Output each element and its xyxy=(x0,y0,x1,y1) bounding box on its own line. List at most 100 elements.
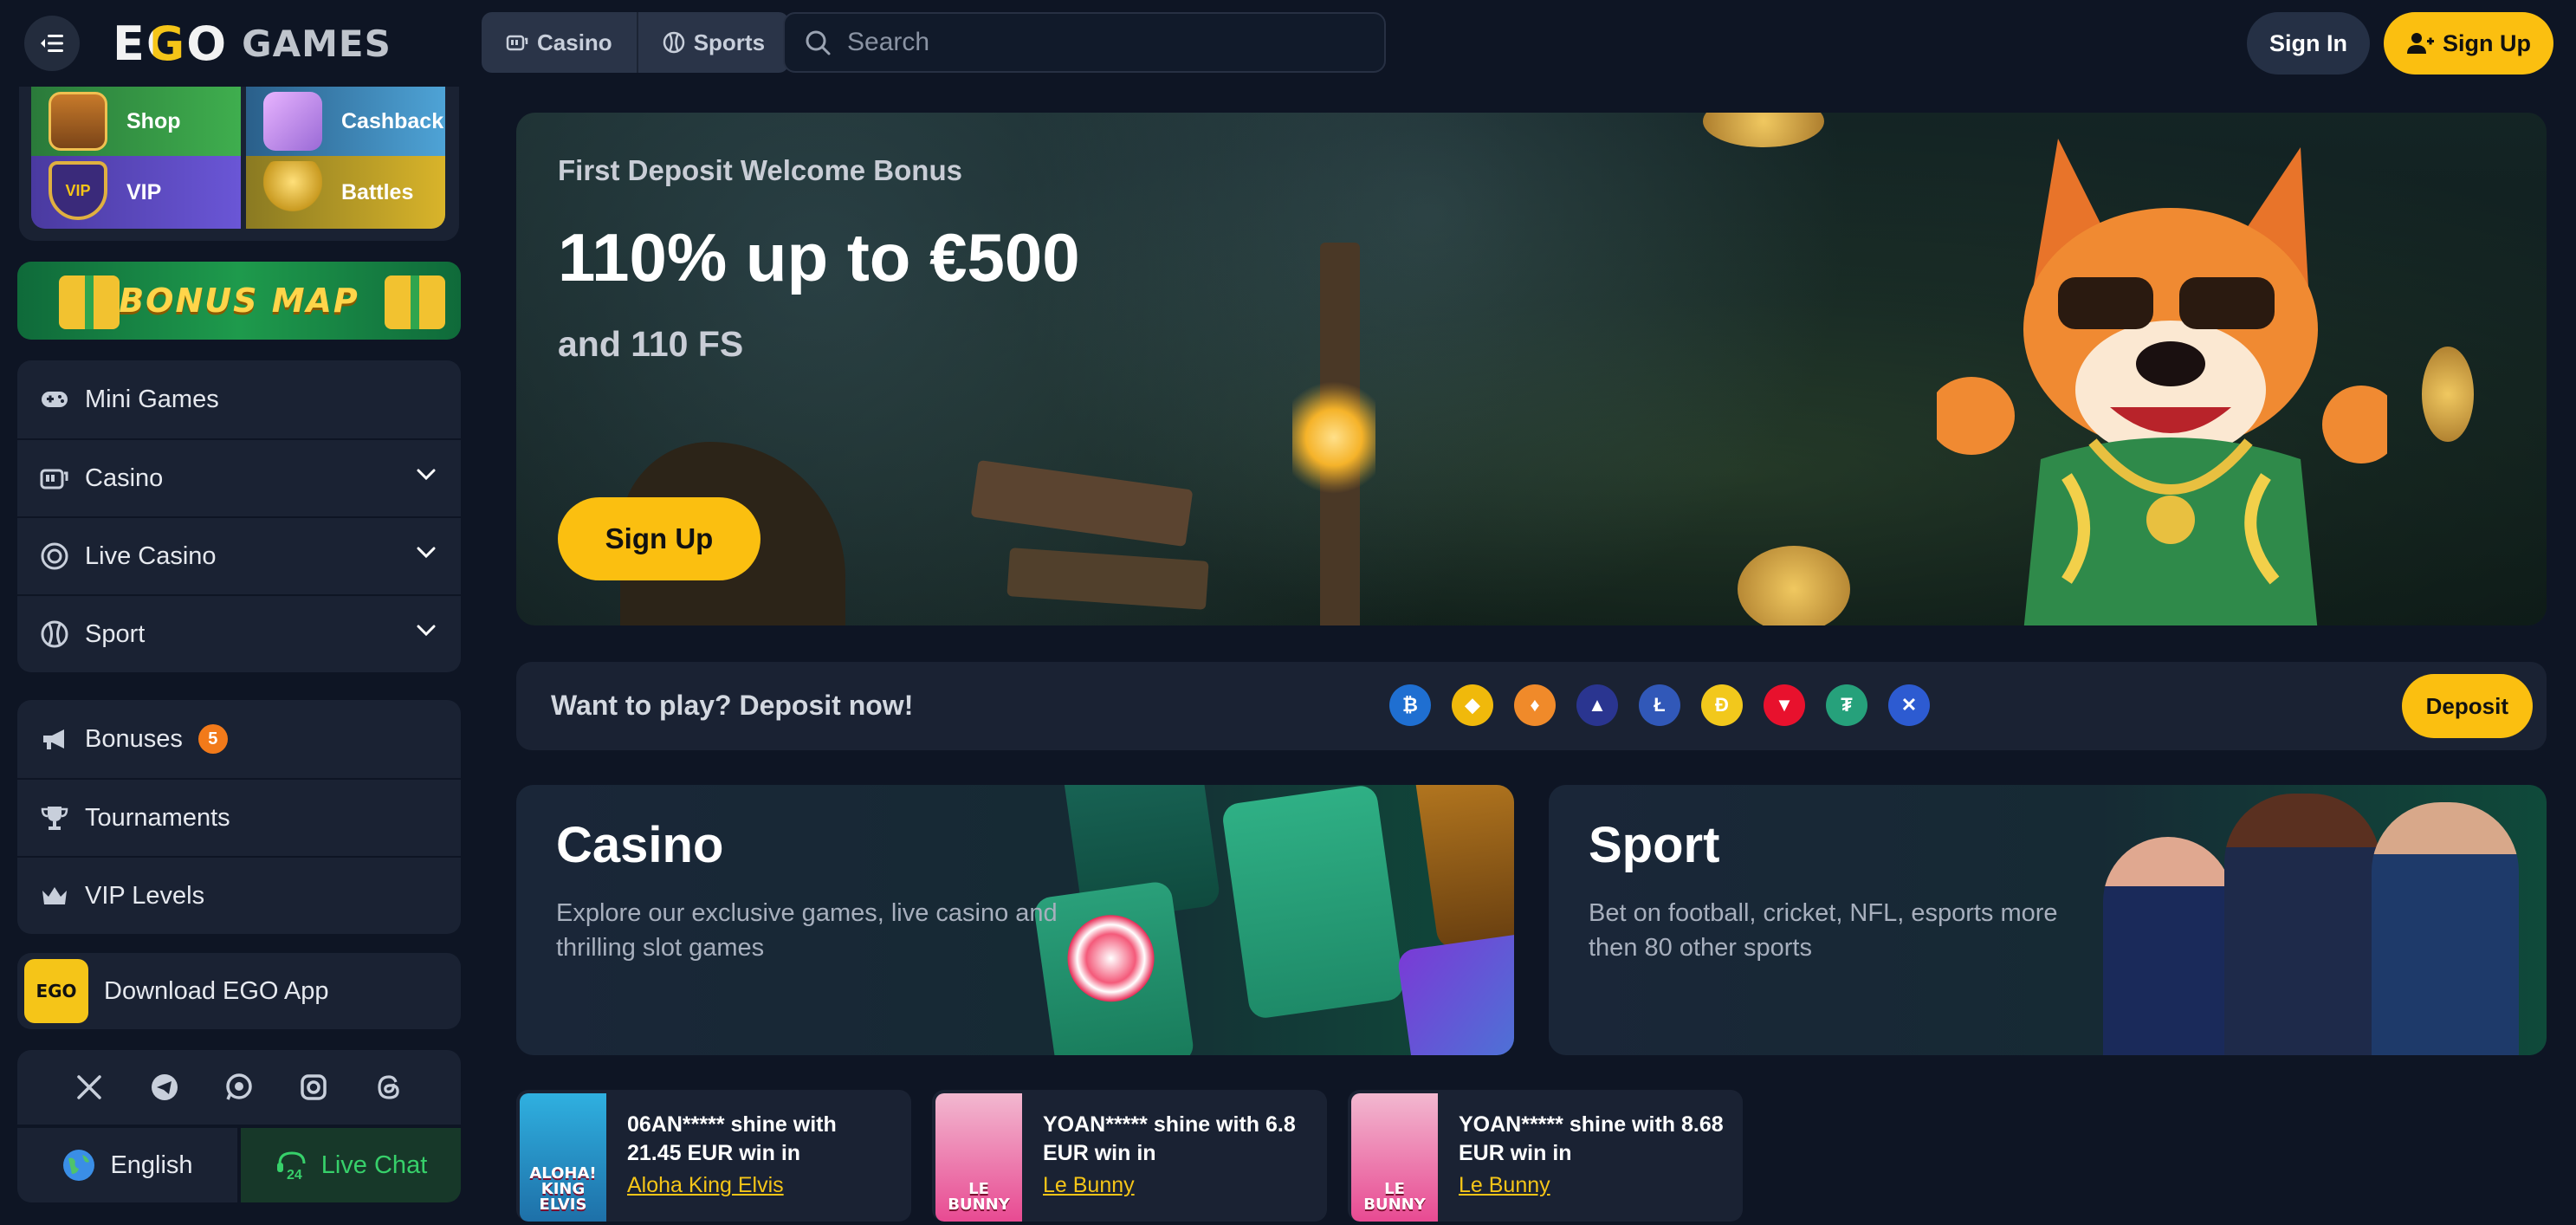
sidebar-item-vip-levels[interactable]: VIP Levels xyxy=(17,856,461,934)
chevron-down-icon[interactable] xyxy=(416,468,437,482)
ripple-icon[interactable]: ✕ xyxy=(1888,684,1930,726)
game-link[interactable]: Le Bunny xyxy=(1459,1173,1550,1198)
vip-shield-icon: VIP xyxy=(49,161,107,220)
sidebar-item-sport[interactable]: Sport xyxy=(17,594,461,672)
tennis-player-illustration xyxy=(2103,837,2233,1055)
tron-icon[interactable]: ▼ xyxy=(1764,684,1805,726)
tile-battles[interactable]: Battles xyxy=(246,156,445,229)
bitcoin-icon[interactable]: ₿ xyxy=(1389,684,1431,726)
sign-in-button[interactable]: Sign In xyxy=(2247,12,2370,75)
x-icon[interactable] xyxy=(72,1070,107,1105)
telegram-icon[interactable] xyxy=(147,1070,182,1105)
gold-coin-illustration xyxy=(1738,546,1850,625)
add-user-icon xyxy=(2407,33,2434,54)
language-selector[interactable]: English xyxy=(17,1128,237,1202)
sidebar-item-mini-games[interactable]: Mini Games xyxy=(17,360,461,438)
casino-category-card[interactable]: Casino Explore our exclusive games, live… xyxy=(516,785,1514,1055)
casino-icon xyxy=(40,469,68,489)
sidebar-item-casino[interactable]: Casino xyxy=(17,438,461,516)
casino-card-title: Casino xyxy=(556,817,724,873)
crypto-icons: ₿ ◆ ♦ ▲ Ł Ð ▼ ₮ ✕ xyxy=(1389,684,1930,726)
tab-sports[interactable]: Sports xyxy=(636,12,789,73)
sidebar-nav-main: Mini Games Casino Live Casino Sport xyxy=(17,360,461,672)
gift-icon xyxy=(385,275,445,329)
game-link[interactable]: Le Bunny xyxy=(1043,1173,1135,1198)
game-thumbnail: LE BUNNY xyxy=(1351,1093,1438,1222)
trophy-icon xyxy=(263,161,322,220)
globe-icon xyxy=(63,1150,95,1181)
tether-icon[interactable]: ₮ xyxy=(1826,684,1867,726)
win-feed-item[interactable]: LE BUNNY YOAN***** shine with 6.8 EUR wi… xyxy=(932,1090,1327,1222)
sports-icon xyxy=(663,31,684,54)
search-icon xyxy=(806,30,831,55)
trophy-icon xyxy=(41,807,68,830)
sport-card-title: Sport xyxy=(1589,817,1720,873)
gold-coin-illustration xyxy=(2422,347,2474,442)
threads-icon[interactable] xyxy=(372,1070,406,1105)
chevron-down-icon[interactable] xyxy=(416,546,437,560)
sidebar-item-bonuses[interactable]: Bonuses 5 xyxy=(17,700,461,778)
search-bar[interactable] xyxy=(783,12,1386,73)
deposit-bar: Want to play? Deposit now! ₿ ◆ ♦ ▲ Ł Ð ▼ ₮ ✕ Dep… xyxy=(516,662,2547,750)
menu-collapse-icon xyxy=(41,35,63,52)
header-tabs: Casino Sports xyxy=(482,12,790,73)
megaphone-icon xyxy=(43,729,64,749)
gates-of-olympus-game-art xyxy=(1220,785,1406,1021)
gift-icon xyxy=(59,275,120,329)
deposit-prompt: Want to play? Deposit now! xyxy=(551,690,914,721)
buffalo-king-game-art xyxy=(1414,785,1514,950)
treasure-chest-icon xyxy=(49,92,107,151)
ego-games-logo[interactable]: EGO GAMES xyxy=(113,16,392,71)
bonus-map-banner[interactable]: BONUS MAP xyxy=(17,262,461,340)
tile-vip[interactable]: VIP VIP xyxy=(31,156,241,229)
diamond-gem-game-art xyxy=(1396,931,1514,1055)
cashback-icon xyxy=(263,92,322,151)
win-feed-item[interactable]: ALOHA! KING ELVIS 06AN***** shine with 2… xyxy=(516,1090,911,1222)
hero-sign-up-button[interactable]: Sign Up xyxy=(558,497,761,580)
instagram-icon[interactable] xyxy=(296,1070,331,1105)
sidebar-nav-secondary: Bonuses 5 Tournaments VIP Levels xyxy=(17,700,461,934)
casino-icon xyxy=(506,35,528,51)
sport-card-description: Bet on football, cricket, NFL, esports m… xyxy=(1589,899,2058,962)
live-casino-icon xyxy=(41,542,68,570)
header-sign-up-button[interactable]: Sign Up xyxy=(2384,12,2553,75)
basketball-player-illustration xyxy=(2224,794,2380,1055)
doge-icon[interactable]: Ð xyxy=(1701,684,1743,726)
hero-free-spins: and 110 FS xyxy=(558,324,744,364)
sidebar-item-tournaments[interactable]: Tournaments xyxy=(17,778,461,856)
whatsapp-icon[interactable] xyxy=(222,1070,256,1105)
game-thumbnail: ALOHA! KING ELVIS xyxy=(520,1093,606,1222)
bnb-icon[interactable]: ◆ xyxy=(1452,684,1493,726)
lantern-icon xyxy=(1292,381,1375,494)
corgi-mascot-illustration xyxy=(1937,139,2387,625)
win-feed-item[interactable]: LE BUNNY YOAN***** shine with 8.68 EUR w… xyxy=(1348,1090,1743,1222)
sidebar-feature-tiles: Shop Cashback VIP VIP Battles xyxy=(19,87,459,241)
tile-shop[interactable]: Shop xyxy=(31,87,241,156)
sidebar-item-live-casino[interactable]: Live Casino xyxy=(17,516,461,594)
download-app-button[interactable]: EGO Download EGO App xyxy=(17,953,461,1029)
game-thumbnail: LE BUNNY xyxy=(935,1093,1022,1222)
social-links xyxy=(17,1050,461,1125)
top-header: EGO GAMES Casino Sports Sign In Sign Up xyxy=(0,0,2576,87)
ego-app-icon: EGO xyxy=(24,959,88,1023)
sport-category-card[interactable]: Sport Bet on football, cricket, NFL, esp… xyxy=(1549,785,2547,1055)
support-24-icon: 24 xyxy=(276,1151,306,1183)
sport-icon xyxy=(41,620,68,648)
casino-card-description: Explore our exclusive games, live casino… xyxy=(556,899,1058,962)
football-player-illustration xyxy=(2372,802,2519,1055)
deposit-button[interactable]: Deposit xyxy=(2401,674,2533,738)
search-input[interactable] xyxy=(847,28,1332,57)
welcome-bonus-banner: First Deposit Welcome Bonus 110% up to €… xyxy=(516,113,2547,625)
flame-coin-icon[interactable]: ▲ xyxy=(1576,684,1618,726)
hero-subtitle: First Deposit Welcome Bonus xyxy=(558,154,962,186)
bonuses-count-badge: 5 xyxy=(197,724,228,754)
sidebar-toggle-button[interactable] xyxy=(24,16,80,71)
litecoin-icon[interactable]: Ł xyxy=(1639,684,1680,726)
live-chat-button[interactable]: 24 Live Chat xyxy=(241,1128,461,1202)
chevron-down-icon[interactable] xyxy=(416,624,437,638)
tab-casino[interactable]: Casino xyxy=(482,12,637,73)
tile-cashback[interactable]: Cashback xyxy=(246,87,445,156)
crown-icon xyxy=(42,887,67,904)
ethereum-icon[interactable]: ♦ xyxy=(1514,684,1556,726)
game-link[interactable]: Aloha King Elvis xyxy=(627,1173,784,1198)
